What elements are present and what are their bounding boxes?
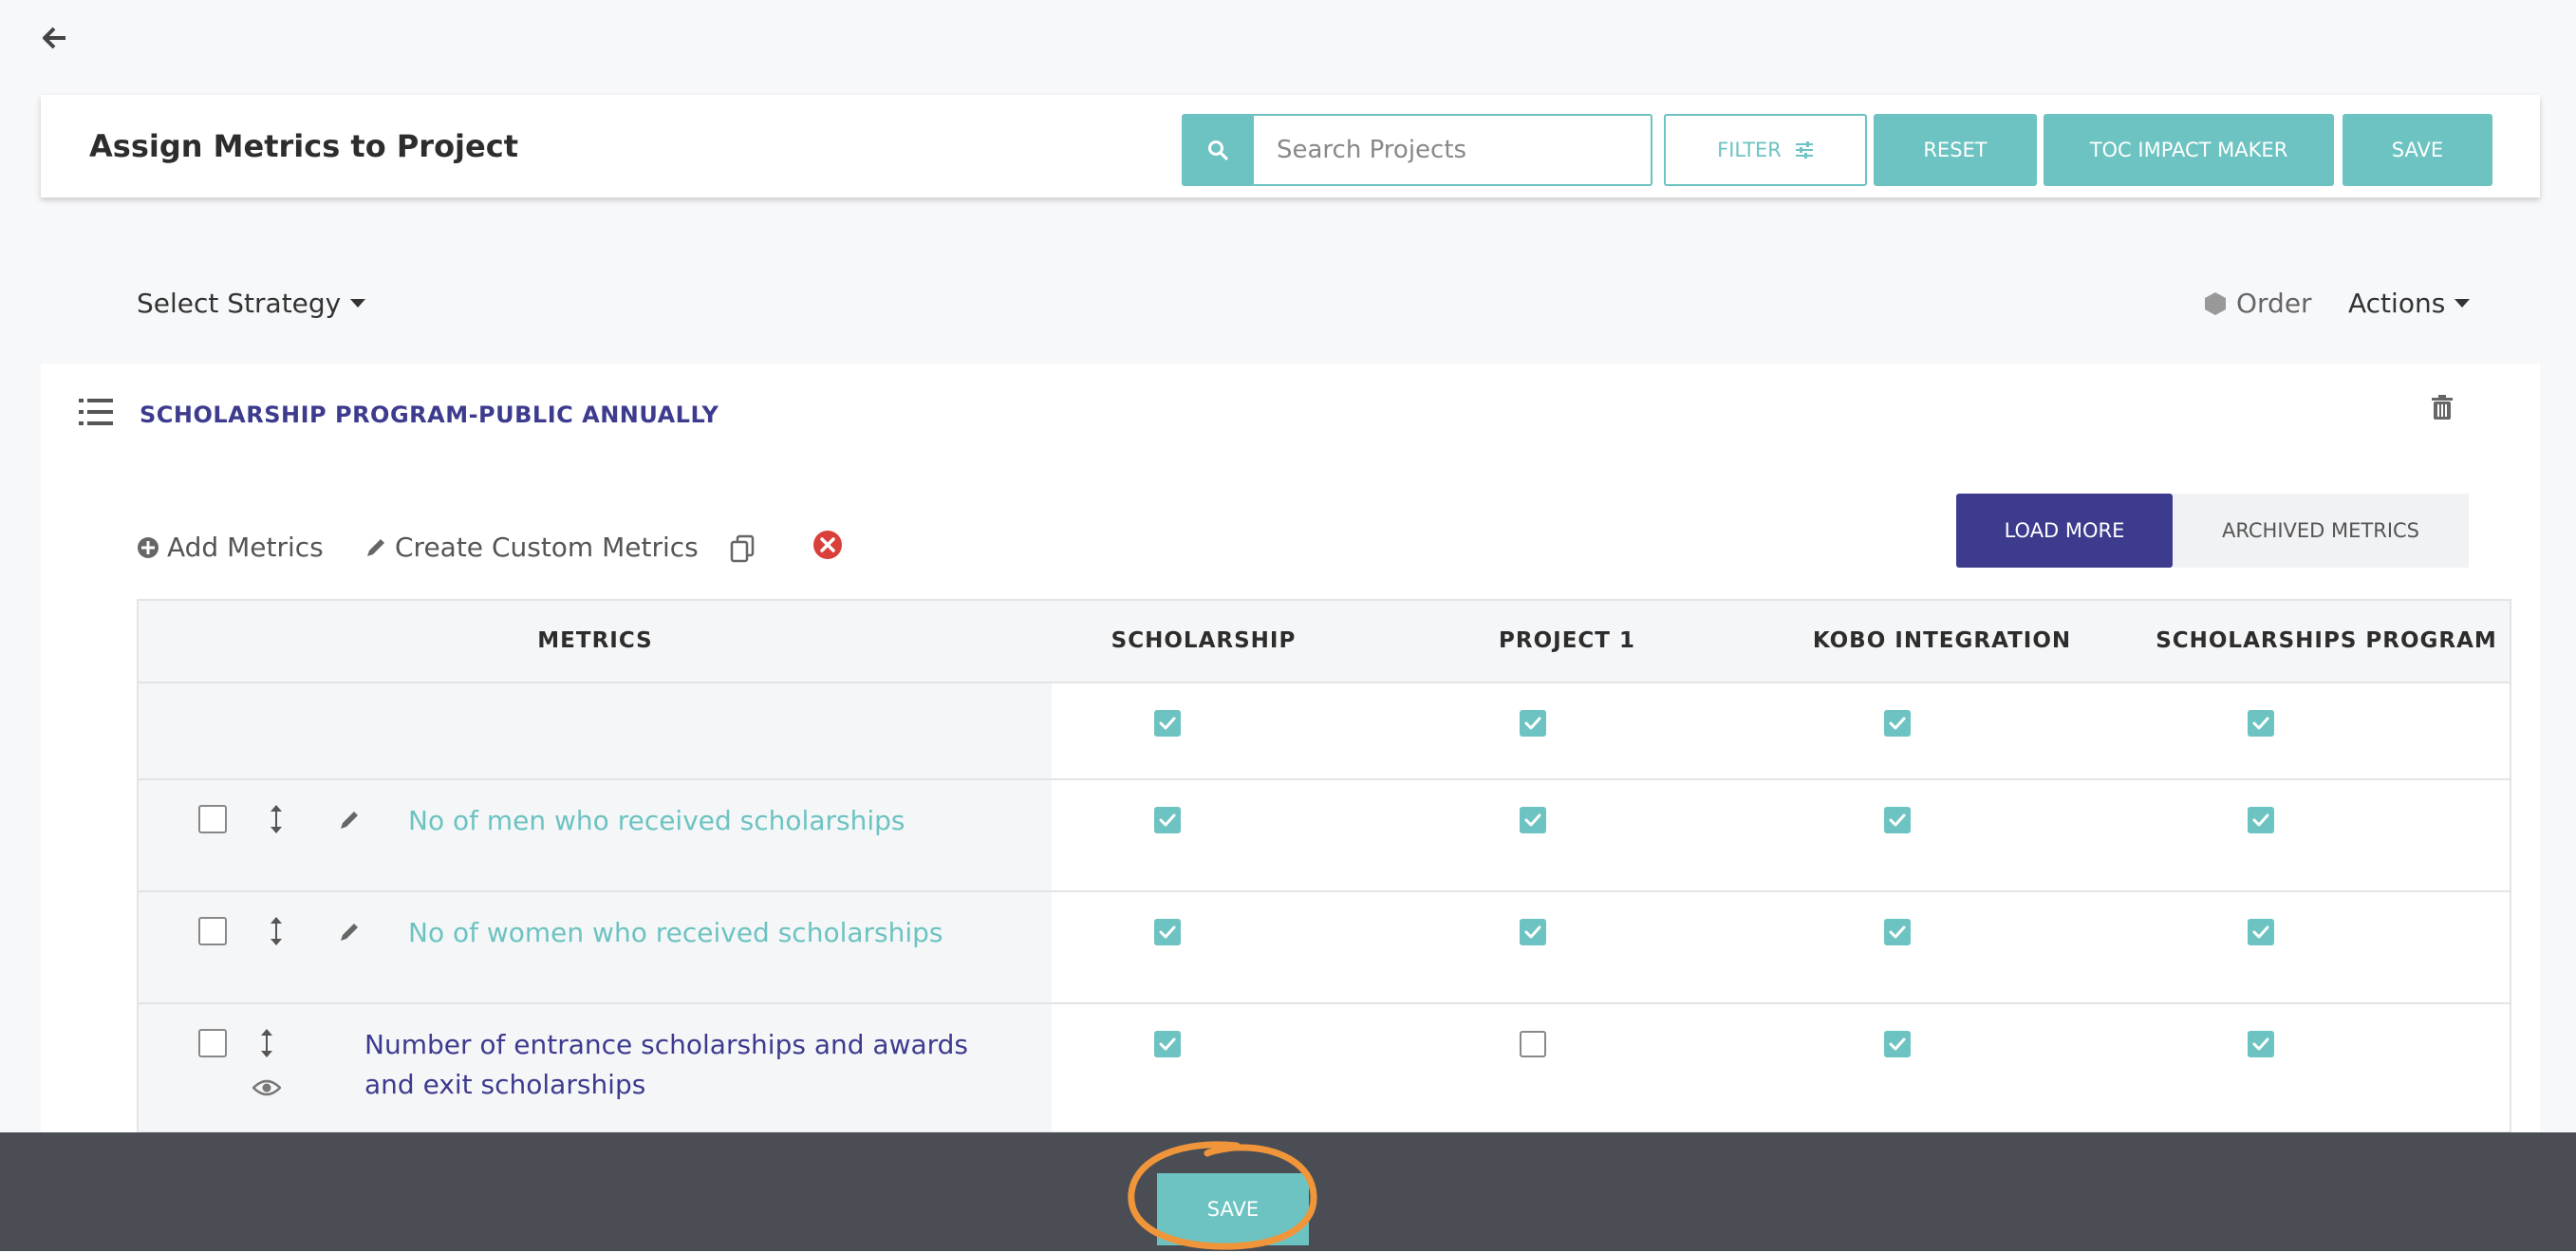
checkmark-icon: [1524, 717, 1541, 730]
drag-handle-icon[interactable]: [270, 917, 283, 949]
project-checkbox[interactable]: [1154, 1031, 1181, 1057]
metrics-table: METRICS SCHOLARSHIP PROJECT 1 KOBO INTEG…: [137, 599, 2511, 1135]
header-save-label: SAVE: [2391, 139, 2444, 161]
project-checkbox[interactable]: [1520, 919, 1546, 945]
column-header-scholarships-program: SCHOLARSHIPS PROGRAM: [2156, 628, 2497, 653]
filter-button[interactable]: FILTER: [1664, 114, 1867, 186]
drag-handle-icon[interactable]: [260, 1029, 273, 1061]
checkmark-icon: [1159, 813, 1176, 827]
order-icon: [2205, 291, 2226, 315]
select-strategy-label: Select Strategy: [137, 288, 342, 319]
column-header-scholarship: SCHOLARSHIP: [1111, 628, 1297, 653]
remove-icon[interactable]: [812, 529, 844, 565]
select-all-row: [139, 683, 2510, 780]
search-icon: [1208, 140, 1228, 160]
checkmark-icon: [1889, 717, 1906, 730]
header-save-button[interactable]: SAVE: [2343, 114, 2492, 186]
table-row: Number of entrance scholarships and awar…: [139, 1004, 2510, 1133]
project-checkbox[interactable]: [2248, 919, 2274, 945]
order-label: Order: [2236, 288, 2312, 319]
checkmark-icon: [2252, 717, 2269, 730]
row-select-checkbox[interactable]: [198, 1029, 227, 1057]
header-bar: Assign Metrics to Project FILTER RESET T…: [41, 95, 2540, 197]
row-select-checkbox[interactable]: [198, 917, 227, 945]
select-all-checkbox[interactable]: [1884, 710, 1911, 737]
reset-button-label: RESET: [1923, 139, 1988, 161]
footer-save-label: SAVE: [1206, 1198, 1260, 1221]
checkmark-icon: [1159, 1037, 1176, 1051]
actions-dropdown[interactable]: Actions: [2348, 288, 2471, 319]
project-checkbox[interactable]: [1154, 919, 1181, 945]
table-row: No of women who received scholarships: [139, 892, 2510, 1004]
add-metrics-label: Add Metrics: [167, 532, 324, 563]
drag-handle-icon[interactable]: [270, 805, 283, 837]
checkmark-icon: [1524, 813, 1541, 827]
checkmark-icon: [1524, 925, 1541, 939]
column-header-metrics: METRICS: [537, 628, 653, 653]
checkmark-icon: [1889, 925, 1906, 939]
plus-circle-icon: [138, 536, 159, 558]
checkmark-icon: [1889, 1037, 1906, 1051]
pencil-icon[interactable]: [338, 921, 361, 947]
column-header-project-1: PROJECT 1: [1499, 628, 1635, 653]
page-title: Assign Metrics to Project: [89, 128, 518, 164]
footer-save-button[interactable]: SAVE: [1157, 1173, 1309, 1245]
strategy-section: SCHOLARSHIP PROGRAM-PUBLIC ANNUALLY Add …: [41, 364, 2540, 1251]
select-all-checkbox[interactable]: [1520, 710, 1546, 737]
create-custom-metrics-label: Create Custom Metrics: [395, 532, 699, 563]
back-button[interactable]: [36, 19, 74, 57]
table-row: No of men who received scholarships: [139, 780, 2510, 892]
metric-label[interactable]: Number of entrance scholarships and awar…: [364, 1025, 1019, 1105]
checkmark-icon: [2252, 813, 2269, 827]
metric-link[interactable]: No of men who received scholarships: [408, 805, 905, 836]
archived-metrics-button[interactable]: ARCHIVED METRICS: [2173, 494, 2469, 568]
select-all-checkbox[interactable]: [1154, 710, 1181, 737]
select-all-checkbox[interactable]: [2248, 710, 2274, 737]
pencil-icon[interactable]: [338, 809, 361, 835]
caret-down-icon: [2455, 299, 2471, 308]
load-more-button[interactable]: LOAD MORE: [1956, 494, 2173, 568]
toc-impact-maker-button[interactable]: TOC IMPACT MAKER: [2044, 114, 2334, 186]
toc-impact-maker-label: TOC IMPACT MAKER: [2089, 139, 2288, 161]
metric-cell: [139, 683, 1052, 778]
project-checkbox[interactable]: [1884, 1031, 1911, 1057]
search-button[interactable]: [1182, 114, 1254, 186]
project-checkbox[interactable]: [1520, 807, 1546, 833]
project-checkbox[interactable]: [1884, 807, 1911, 833]
search-input[interactable]: [1254, 114, 1652, 186]
metric-link[interactable]: No of women who received scholarships: [408, 917, 943, 948]
filter-button-label: FILTER: [1717, 139, 1782, 161]
table-header: METRICS SCHOLARSHIP PROJECT 1 KOBO INTEG…: [139, 601, 2510, 683]
checkmark-icon: [1889, 813, 1906, 827]
project-checkbox[interactable]: [1520, 1031, 1546, 1057]
select-strategy-dropdown[interactable]: Select Strategy: [137, 288, 366, 319]
row-select-checkbox[interactable]: [198, 805, 227, 833]
project-checkbox[interactable]: [2248, 1031, 2274, 1057]
caret-down-icon: [350, 299, 366, 308]
checkmark-icon: [1159, 925, 1176, 939]
checkmark-icon: [1159, 717, 1176, 730]
copy-icon[interactable]: [729, 534, 756, 567]
project-checkbox[interactable]: [1884, 919, 1911, 945]
archived-metrics-label: ARCHIVED METRICS: [2221, 519, 2420, 542]
eye-icon[interactable]: [252, 1078, 282, 1101]
list-icon[interactable]: [79, 398, 113, 430]
create-custom-metrics-button[interactable]: Create Custom Metrics: [364, 532, 699, 563]
project-checkbox[interactable]: [2248, 807, 2274, 833]
sliders-icon: [1795, 141, 1813, 159]
checkmark-icon: [2252, 925, 2269, 939]
pencil-icon: [367, 538, 384, 556]
order-button[interactable]: Order: [2204, 288, 2312, 319]
checkmark-icon: [2252, 1037, 2269, 1051]
section-title: SCHOLARSHIP PROGRAM-PUBLIC ANNUALLY: [140, 402, 719, 428]
actions-label: Actions: [2348, 288, 2446, 319]
arrow-left-icon: [43, 27, 65, 49]
column-header-kobo-integration: KOBO INTEGRATION: [1812, 628, 2072, 653]
project-checkbox[interactable]: [1154, 807, 1181, 833]
add-metrics-button[interactable]: Add Metrics: [137, 532, 324, 563]
trash-icon[interactable]: [2432, 395, 2453, 423]
reset-button[interactable]: RESET: [1874, 114, 2037, 186]
load-more-label: LOAD MORE: [2004, 519, 2125, 542]
